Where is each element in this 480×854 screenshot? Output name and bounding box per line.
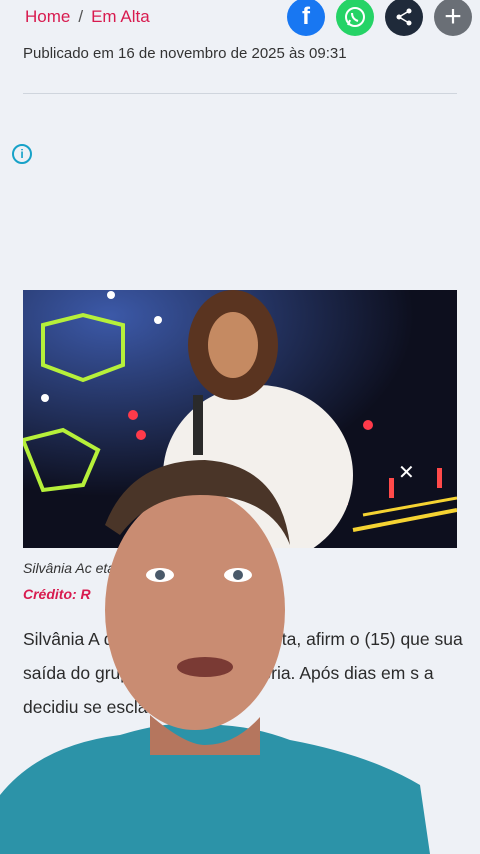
publish-date: Publicado em 16 de novembro de 2025 às 0… — [23, 45, 347, 62]
share-bar: f + — [287, 0, 472, 36]
facebook-icon: f — [302, 3, 310, 30]
info-icon[interactable]: i — [12, 144, 32, 164]
video-overlay[interactable] — [0, 455, 480, 854]
top-bar: Home / Em Alta f + — [0, 0, 480, 36]
whatsapp-share-button[interactable] — [336, 0, 374, 36]
breadcrumb: Home / Em Alta — [25, 7, 150, 27]
breadcrumb-separator: / — [78, 7, 84, 26]
share-icon — [396, 8, 412, 26]
whatsapp-icon — [345, 7, 365, 27]
facebook-share-button[interactable]: f — [287, 0, 325, 36]
share-button[interactable] — [385, 0, 423, 36]
plus-icon: + — [444, 0, 462, 33]
more-share-button[interactable]: + — [434, 0, 472, 36]
breadcrumb-section[interactable]: Em Alta — [91, 7, 150, 27]
divider — [23, 93, 457, 94]
breadcrumb-home[interactable]: Home — [25, 7, 70, 27]
